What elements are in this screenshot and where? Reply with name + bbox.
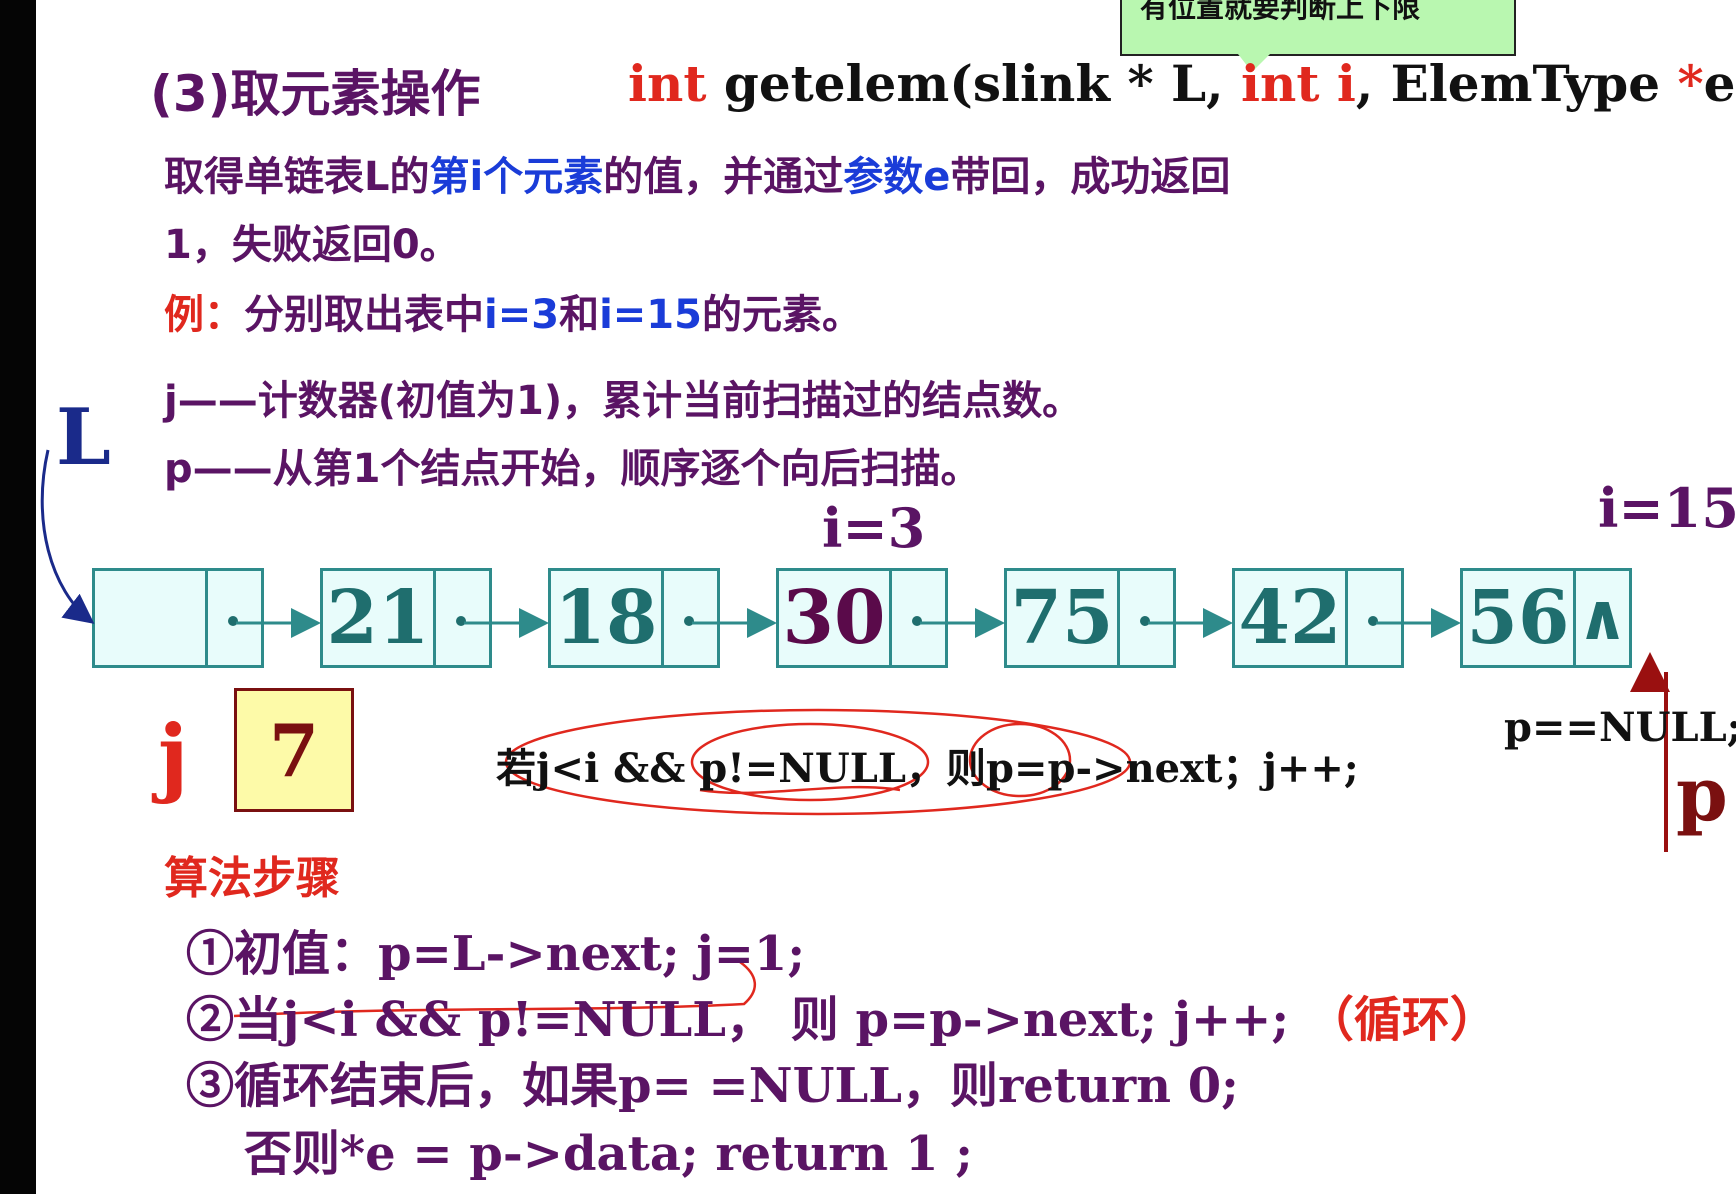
algorithm-step-3-else: 否则*e = p->data; return 1 ; — [244, 1126, 973, 1182]
algorithm-heading: 算法步骤 — [164, 853, 340, 904]
algorithm-step-3: ③循环结束后，如果p= =NULL，则return 0; — [186, 1058, 1239, 1114]
step2-loop-note: （循环） — [1305, 992, 1498, 1048]
counter-label: j — [158, 706, 189, 805]
counter-value: 7 — [268, 707, 320, 793]
algorithm-step-1: ①初值：p=L->next; j=1; — [186, 926, 806, 982]
step2-condition: ②当j<i && p!=NULL， — [186, 992, 775, 1048]
slide: 有位置就要判断上下限 (3)取元素操作 int getelem(slink * … — [0, 0, 1736, 1194]
step2-action: 则 p=p->next; j++; — [790, 992, 1290, 1048]
null-check-label: p==NULL; — [1504, 704, 1736, 751]
head-pointer-arrow — [40, 449, 95, 624]
p-pointer-label: p — [1676, 752, 1728, 838]
counter-box: 7 — [234, 688, 354, 812]
algorithm-step-2: ②当j<i && p!=NULL， 则 p=p->next; j++; （循环） — [186, 980, 1498, 1050]
loop-condition: 若j<i && p!=NULL，则p=p->next；j++; — [496, 745, 1359, 792]
